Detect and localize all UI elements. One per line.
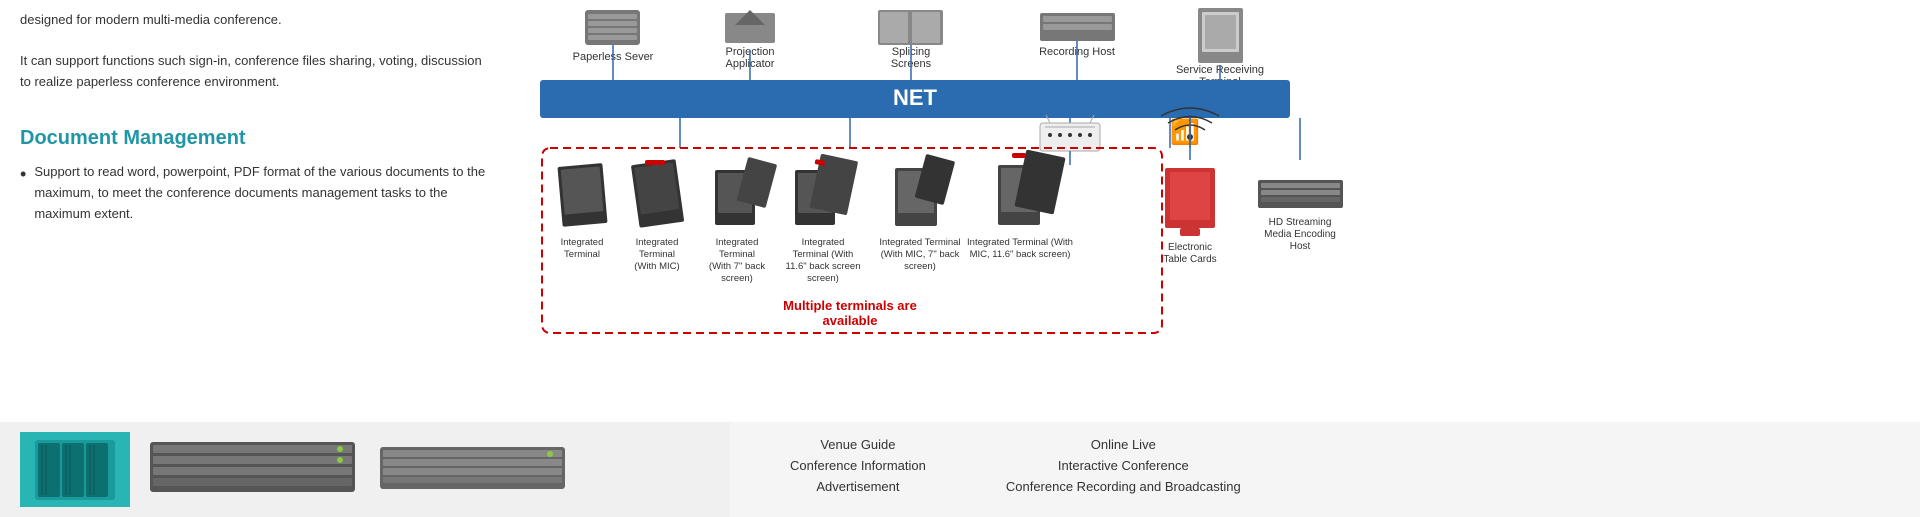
conference-info-link[interactable]: Conference Information — [790, 458, 926, 473]
multiple-terminals-line2: available — [823, 313, 878, 328]
terminal2-label3: (With MIC) — [634, 261, 679, 272]
conference-recording-link[interactable]: Conference Recording and Broadcasting — [1006, 479, 1241, 494]
intro-text2: It can support functions such sign-in, c… — [20, 51, 490, 93]
bullet-item: • Support to read word, powerpoint, PDF … — [20, 162, 490, 224]
diagram-wrapper: Paperless Sever Projection Applicator Sp… — [530, 5, 1910, 445]
terminal4-label2: Terminal (With — [793, 249, 854, 260]
interactive-conference-link[interactable]: Interactive Conference — [1006, 458, 1241, 473]
server-rack-svg-1 — [150, 437, 360, 502]
electronic-table-label1: Electronic — [1168, 242, 1212, 253]
terminal3-label2: Terminal — [719, 249, 755, 260]
terminal5-label1: Integrated Terminal — [879, 237, 960, 248]
bullet-dot: • — [20, 162, 26, 187]
bottom-panel: Venue Guide Conference Information Adver… — [0, 422, 1920, 517]
terminal6-label1: Integrated Terminal (With — [967, 237, 1073, 248]
doc-management-title: Document Management — [20, 127, 490, 150]
diagram-svg: Paperless Sever Projection Applicator Sp… — [530, 5, 1910, 445]
online-live-link[interactable]: Online Live — [1006, 437, 1241, 452]
hd-streaming-label1: HD Streaming — [1269, 217, 1332, 228]
bottom-left-section — [0, 422, 730, 517]
multiple-terminals-line1: Multiple terminals are — [783, 298, 917, 313]
terminal2-label1: Integrated — [636, 237, 679, 248]
terminal6-label2: MIC, 11.6" back screen) — [970, 249, 1071, 260]
bullet-text: Support to read word, powerpoint, PDF fo… — [34, 162, 490, 224]
hd-streaming-label3: Host — [1290, 241, 1311, 252]
server-rack-svg-2 — [380, 437, 570, 502]
bottom-right-section: Venue Guide Conference Information Adver… — [730, 422, 1920, 517]
net-label: NET — [893, 85, 938, 110]
bottom-teal-icon — [20, 432, 130, 507]
terminal1-label2: Terminal — [564, 249, 600, 260]
terminal4-label1: Integrated — [802, 237, 845, 248]
intro-text: designed for modern multi-media conferen… — [20, 10, 490, 31]
terminal3-label4: screen) — [721, 273, 753, 284]
electronic-table-label2: Table Cards — [1163, 254, 1216, 265]
terminal3-label1: Integrated — [716, 237, 759, 248]
bottom-left-col: Venue Guide Conference Information Adver… — [790, 437, 926, 494]
hd-streaming-label2: Media Encoding — [1264, 229, 1336, 240]
venue-guide-link[interactable]: Venue Guide — [790, 437, 926, 452]
terminal5-label3: screen) — [904, 261, 936, 272]
advertisement-link[interactable]: Advertisement — [790, 479, 926, 494]
terminal2-label2: Terminal — [639, 249, 675, 260]
teal-box-svg — [30, 435, 120, 505]
wifi-icon: 📶 — [1170, 118, 1200, 146]
terminal3-label3: (With 7" back — [709, 261, 765, 272]
terminal4-label4: screen) — [807, 273, 839, 284]
bottom-right-col: Online Live Interactive Conference Confe… — [1006, 437, 1241, 494]
terminal1-label1: Integrated — [561, 237, 604, 248]
terminal4-label3: 11.6" back screen — [785, 261, 860, 272]
terminal5-label2: (With MIC, 7" back — [881, 249, 960, 260]
